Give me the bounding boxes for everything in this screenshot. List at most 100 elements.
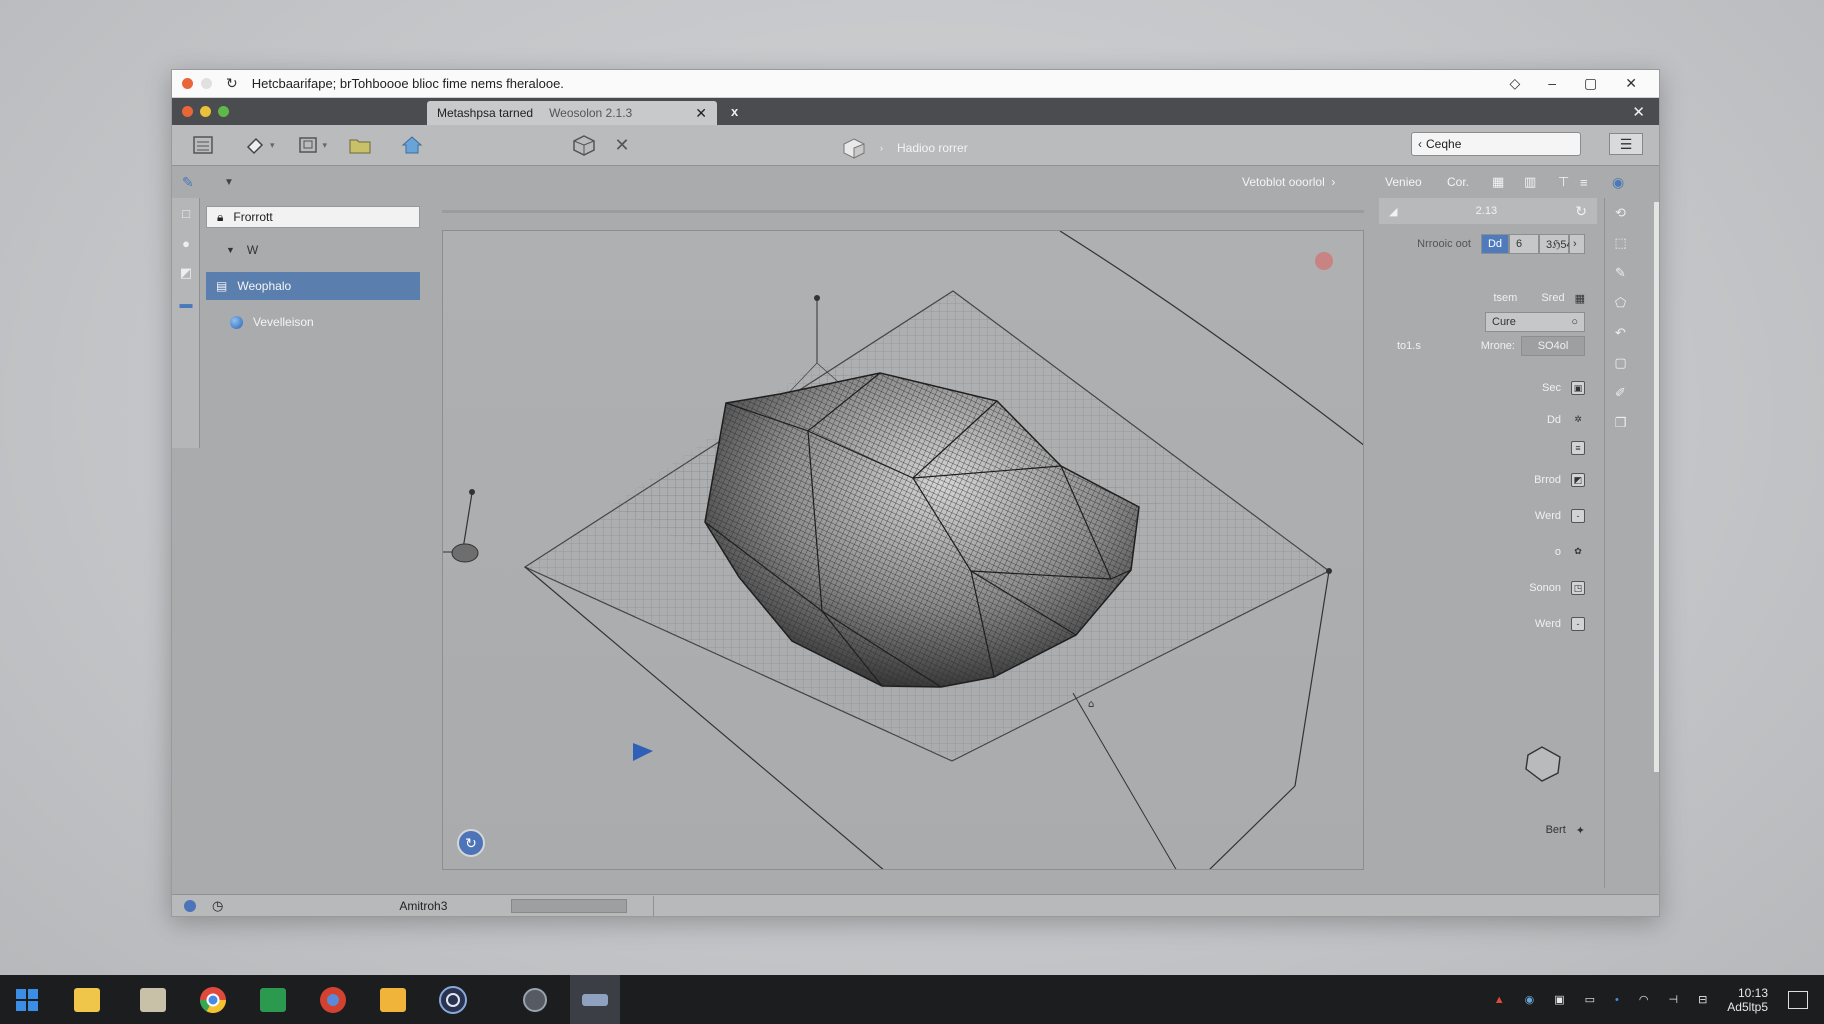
package-icon[interactable] <box>569 131 599 159</box>
3d-viewport[interactable]: ⌂ ↻ <box>442 230 1364 870</box>
tree-selected-label: Weophalo <box>237 279 292 293</box>
reload-icon[interactable]: ↻ <box>226 75 238 92</box>
pen-tool-icon[interactable]: ✎ <box>1605 258 1636 288</box>
search-input[interactable] <box>1426 137 1581 151</box>
chevron-right-icon[interactable]: › <box>1569 234 1585 254</box>
grid-icon[interactable]: ▦ <box>1492 174 1504 190</box>
back-icon[interactable]: ‹ <box>1418 137 1422 151</box>
tree-group[interactable]: ▼ W <box>206 238 420 262</box>
wifi-icon[interactable]: ◠ <box>1639 993 1649 1006</box>
search-box[interactable]: ‹ <box>1411 132 1581 156</box>
close-icon[interactable]: ✕ <box>607 131 637 159</box>
folder-icon[interactable] <box>345 131 375 159</box>
notes-icon[interactable] <box>368 975 418 1024</box>
shape-tool-icon[interactable]: ⬠ <box>1605 288 1636 318</box>
volume-icon[interactable]: ⊣ <box>1668 993 1678 1006</box>
record-dot[interactable] <box>1315 252 1333 270</box>
prop-row-sonon: Sonon ◳ <box>1379 576 1597 600</box>
rotate-tool-icon[interactable]: ⟲ <box>1605 198 1636 228</box>
eraser-icon[interactable] <box>240 131 270 159</box>
close-button[interactable]: ✕ <box>1625 75 1637 92</box>
home-icon[interactable] <box>397 131 427 159</box>
circle-tool-icon[interactable]: ● <box>172 228 200 258</box>
chevron-down-icon[interactable]: ▾ <box>270 140 275 151</box>
minimize-button[interactable]: – <box>1548 75 1556 92</box>
globe-icon[interactable]: ◉ <box>1612 174 1624 191</box>
mode-field[interactable]: SO4ol <box>1521 336 1585 356</box>
square-tool-icon[interactable]: □ <box>172 198 200 228</box>
brush-tool-icon[interactable]: ✐ <box>1605 378 1636 408</box>
pin-icon[interactable]: ◇ <box>1509 75 1520 92</box>
curve-field[interactable]: Cure ○ <box>1485 312 1585 332</box>
paint-icon[interactable]: ✿ <box>1571 545 1585 559</box>
layers-icon[interactable]: ≡ <box>1571 441 1585 455</box>
view-tab-2[interactable]: Cor. <box>1447 175 1469 189</box>
checkbox-icon[interactable]: - <box>1571 509 1585 523</box>
scrollbar[interactable] <box>1654 202 1659 772</box>
transform-tool-icon[interactable]: ◩ <box>172 258 200 288</box>
chevron-down-icon[interactable]: ▾ <box>323 140 328 151</box>
maximize-button[interactable]: ▢ <box>1584 75 1597 92</box>
pin-icon[interactable]: ⊤ <box>1558 174 1569 190</box>
file-explorer-icon[interactable] <box>62 975 112 1024</box>
progress-bar[interactable] <box>511 898 628 913</box>
new-tab-button[interactable]: x <box>731 104 738 119</box>
photos-icon[interactable] <box>128 975 178 1024</box>
tree-search[interactable]: 🔒︎ Frorrott <box>206 206 420 228</box>
list-icon[interactable] <box>188 131 218 159</box>
list-icon[interactable]: ≡ <box>1580 175 1588 190</box>
app-max-dot[interactable] <box>218 106 229 117</box>
tab-version: Weosolon 2.1.3 <box>549 106 633 120</box>
tree-item-child[interactable]: Vevelleison <box>206 310 420 334</box>
app-close-dot[interactable] <box>182 106 193 117</box>
folder-icon[interactable]: ▭ <box>1585 993 1595 1006</box>
browser-icon[interactable] <box>308 975 358 1024</box>
assistant-icon[interactable] <box>428 975 478 1024</box>
tab-close-icon[interactable]: ✕ <box>695 105 707 122</box>
camera-icon[interactable]: ▣ <box>1554 993 1564 1006</box>
camera-icon[interactable]: ◢ <box>1389 205 1397 218</box>
image-icon[interactable]: ◩ <box>1571 473 1585 487</box>
app-min-dot[interactable] <box>200 106 211 117</box>
active-app-icon[interactable] <box>570 975 620 1024</box>
spreadsheet-icon[interactable] <box>248 975 298 1024</box>
app-close-button[interactable]: ✕ <box>1632 103 1645 121</box>
menu-button[interactable]: ☰ <box>1609 133 1643 155</box>
refresh-icon[interactable]: ↻ <box>1575 203 1587 220</box>
close-dot[interactable] <box>182 78 193 89</box>
app-icon[interactable] <box>510 975 560 1024</box>
keyboard-icon[interactable]: ⊟ <box>1698 993 1707 1006</box>
orbit-icon[interactable]: ↻ <box>457 829 485 857</box>
lasso-tool-icon[interactable]: ↶ <box>1605 318 1636 348</box>
clock[interactable]: 10:13 Ad5ltp5 <box>1727 986 1768 1014</box>
view-tab-1[interactable]: Venieo <box>1385 175 1422 189</box>
copy-tool-icon[interactable]: ❐ <box>1605 408 1636 438</box>
notifications-icon[interactable] <box>1788 990 1808 1009</box>
minimize-dot[interactable] <box>201 78 212 89</box>
tool-icon[interactable]: ✎ <box>182 174 194 191</box>
tab-document[interactable]: Metashpsa tarned Weosolon 2.1.3 ✕ <box>427 101 717 125</box>
corner-icon[interactable]: ◳ <box>1571 581 1585 595</box>
prop-chip[interactable]: Dd <box>1480 234 1509 254</box>
layer-tool-icon[interactable]: ▬ <box>172 288 200 318</box>
select-tool-icon[interactable]: ⬚ <box>1605 228 1636 258</box>
square-tool-icon[interactable]: ▢ <box>1605 348 1636 378</box>
chart-icon[interactable]: ▥ <box>1524 174 1536 190</box>
tree-item-selected[interactable]: ▤ Weophalo <box>206 272 420 300</box>
chevron-down-icon[interactable]: ▼ <box>224 177 234 188</box>
sparkle-icon[interactable]: ✲ <box>1571 413 1585 427</box>
grid-icon[interactable]: ▦ <box>1575 292 1585 305</box>
network-icon[interactable]: ◉ <box>1525 993 1535 1006</box>
prop-value[interactable]: 6 <box>1509 234 1539 254</box>
chrome-icon[interactable] <box>188 975 238 1024</box>
breadcrumb[interactable]: Vetoblot ooorlol › <box>1242 175 1335 189</box>
checkbox-icon[interactable]: - <box>1571 617 1585 631</box>
clock-icon[interactable]: ◷ <box>212 898 223 914</box>
save-icon[interactable]: ▣ <box>1571 381 1585 395</box>
start-button[interactable] <box>2 975 52 1024</box>
alert-icon[interactable]: ▲ <box>1494 994 1505 1006</box>
circle-icon: ○ <box>1571 316 1578 328</box>
prop-value-2[interactable]: 3ℌ54 <box>1539 234 1573 254</box>
pin-icon[interactable]: ✦ <box>1576 824 1585 837</box>
frame-icon[interactable] <box>293 131 323 159</box>
